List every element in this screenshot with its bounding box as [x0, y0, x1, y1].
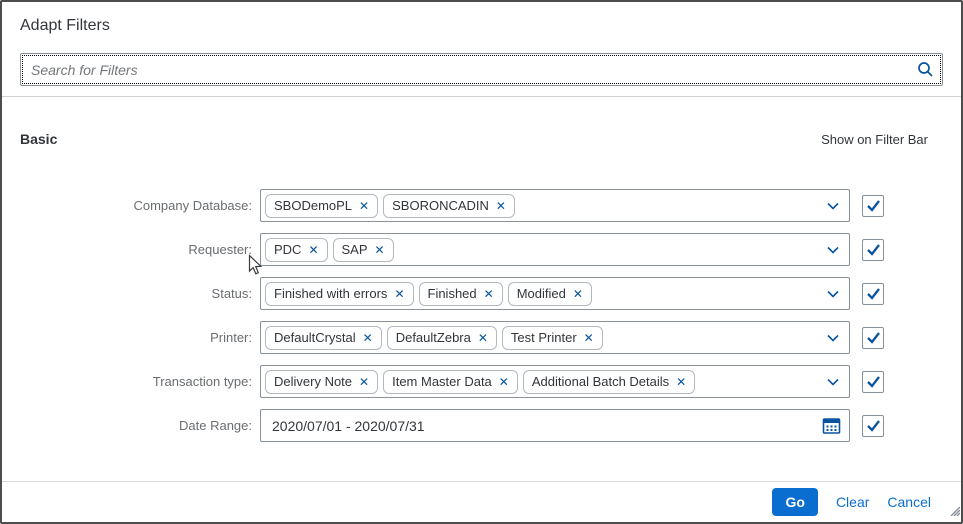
token-remove-icon[interactable]: ✕	[359, 376, 369, 388]
token-label: DefaultZebra	[396, 330, 471, 345]
token[interactable]: Finished ✕	[419, 282, 503, 306]
filter-row-company-database: Company Database: SBODemoPL ✕ SBORONCADI…	[20, 189, 928, 222]
checkbox[interactable]	[862, 239, 884, 261]
token[interactable]: Item Master Data ✕	[383, 370, 518, 394]
filter-row-requester: Requester: PDC ✕ SAP ✕	[20, 233, 928, 266]
token[interactable]: DefaultZebra ✕	[387, 326, 497, 350]
token[interactable]: PDC ✕	[265, 238, 328, 262]
token[interactable]: DefaultCrystal ✕	[265, 326, 382, 350]
token-label: Item Master Data	[392, 374, 492, 389]
token[interactable]: SBORONCADIN ✕	[383, 194, 515, 218]
filter-label: Status:	[20, 286, 260, 301]
filter-label: Company Database:	[20, 198, 260, 213]
filter-label: Requester:	[20, 242, 260, 257]
printer-input[interactable]: DefaultCrystal ✕ DefaultZebra ✕ Test Pri…	[260, 321, 850, 354]
dialog-title: Adapt Filters	[20, 17, 943, 35]
filter-row-status: Status: Finished with errors ✕ Finished …	[20, 277, 928, 310]
clear-button[interactable]: Clear	[836, 494, 869, 510]
chevron-down-icon[interactable]	[825, 278, 841, 309]
date-range-input[interactable]: 2020/07/01 - 2020/07/31	[260, 409, 850, 442]
transaction-type-input[interactable]: Delivery Note ✕ Item Master Data ✕ Addit…	[260, 365, 850, 398]
token-remove-icon[interactable]: ✕	[308, 244, 318, 256]
dialog-content: Basic Show on Filter Bar Company Databas…	[2, 97, 961, 481]
token-remove-icon[interactable]: ✕	[394, 288, 404, 300]
requester-input[interactable]: PDC ✕ SAP ✕	[260, 233, 850, 266]
search-input[interactable]	[21, 62, 908, 78]
token-label: Test Printer	[511, 330, 577, 345]
show-on-filter-bar-label: Show on Filter Bar	[821, 132, 928, 147]
resize-grip[interactable]	[947, 503, 960, 521]
token[interactable]: SAP ✕	[333, 238, 394, 262]
cancel-button[interactable]: Cancel	[887, 494, 931, 510]
search-input-wrapper	[20, 53, 943, 86]
token-remove-icon[interactable]: ✕	[484, 288, 494, 300]
chevron-down-icon[interactable]	[825, 366, 841, 397]
token-label: PDC	[274, 242, 301, 257]
token[interactable]: Test Printer ✕	[502, 326, 603, 350]
token-remove-icon[interactable]: ✕	[573, 288, 583, 300]
filter-row-transaction-type: Transaction type: Delivery Note ✕ Item M…	[20, 365, 928, 398]
token-label: Modified	[517, 286, 566, 301]
checkbox[interactable]	[862, 283, 884, 305]
token[interactable]: Delivery Note ✕	[265, 370, 378, 394]
token-remove-icon[interactable]: ✕	[363, 332, 373, 344]
token-remove-icon[interactable]: ✕	[584, 332, 594, 344]
adapt-filters-dialog: Adapt Filters Basic Show on Filter Bar C…	[0, 0, 963, 524]
token-label: Delivery Note	[274, 374, 352, 389]
section-header: Basic Show on Filter Bar	[20, 131, 928, 147]
go-button[interactable]: Go	[772, 488, 817, 516]
filter-row-date-range: Date Range: 2020/07/01 - 2020/07/31	[20, 409, 928, 442]
filter-label: Printer:	[20, 330, 260, 345]
token-label: Additional Batch Details	[532, 374, 669, 389]
dialog-header: Adapt Filters	[2, 2, 961, 96]
filter-label: Transaction type:	[20, 374, 260, 389]
chevron-down-icon[interactable]	[825, 234, 841, 265]
token-label: Finished with errors	[274, 286, 387, 301]
token-remove-icon[interactable]: ✕	[375, 244, 385, 256]
token-remove-icon[interactable]: ✕	[496, 200, 506, 212]
token[interactable]: Finished with errors ✕	[265, 282, 414, 306]
date-range-value: 2020/07/01 - 2020/07/31	[265, 418, 425, 434]
token-remove-icon[interactable]: ✕	[676, 376, 686, 388]
checkbox[interactable]	[862, 415, 884, 437]
token-label: SAP	[342, 242, 368, 257]
token-label: SBODemoPL	[274, 198, 352, 213]
company-database-input[interactable]: SBODemoPL ✕ SBORONCADIN ✕	[260, 189, 850, 222]
calendar-icon[interactable]	[822, 410, 841, 441]
token-remove-icon[interactable]: ✕	[499, 376, 509, 388]
filter-label: Date Range:	[20, 418, 260, 433]
filter-row-printer: Printer: DefaultCrystal ✕ DefaultZebra ✕…	[20, 321, 928, 354]
token-label: DefaultCrystal	[274, 330, 356, 345]
checkbox[interactable]	[862, 195, 884, 217]
search-icon[interactable]	[908, 61, 942, 78]
token-label: Finished	[428, 286, 477, 301]
token-label: SBORONCADIN	[392, 198, 489, 213]
token[interactable]: Modified ✕	[508, 282, 592, 306]
section-title: Basic	[20, 131, 57, 147]
token-remove-icon[interactable]: ✕	[359, 200, 369, 212]
checkbox[interactable]	[862, 327, 884, 349]
token[interactable]: Additional Batch Details ✕	[523, 370, 695, 394]
token-remove-icon[interactable]: ✕	[478, 332, 488, 344]
dialog-footer: Go Clear Cancel	[2, 481, 961, 522]
status-input[interactable]: Finished with errors ✕ Finished ✕ Modifi…	[260, 277, 850, 310]
chevron-down-icon[interactable]	[825, 190, 841, 221]
token[interactable]: SBODemoPL ✕	[265, 194, 378, 218]
chevron-down-icon[interactable]	[825, 322, 841, 353]
checkbox[interactable]	[862, 371, 884, 393]
